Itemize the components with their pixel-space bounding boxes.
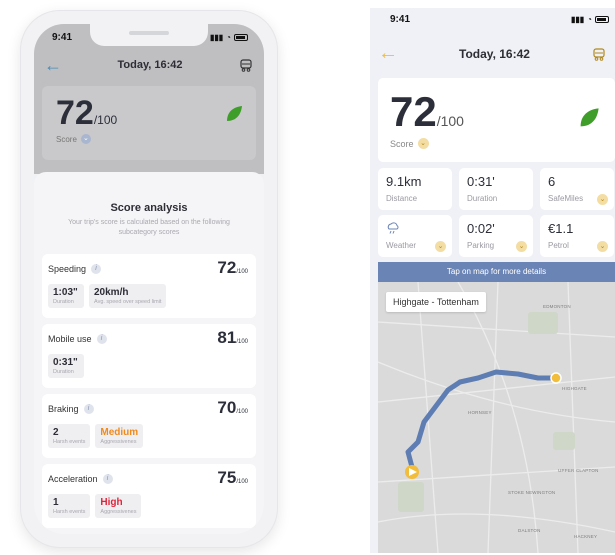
cloud-rain-icon: [387, 222, 399, 234]
top-nav: ← Today, 16:42: [44, 52, 254, 78]
sheet-subtitle: Your trip's score is calculated based on…: [68, 219, 230, 236]
info-icon[interactable]: i: [91, 264, 102, 274]
leaf-icon: [227, 106, 242, 121]
category-score: 70/100: [217, 398, 248, 417]
category-stats: 2 Harsh events Medium Aggressivenes: [48, 424, 144, 448]
top-nav: ← Today, 16:42: [378, 42, 607, 65]
category-score: 72/100: [217, 258, 248, 277]
chevron-down-icon[interactable]: ⌄: [597, 194, 608, 205]
safemiles-tile[interactable]: 6 SafeMiles ⌄: [540, 168, 614, 210]
phone-mockup: 9:41 ▮▮▮ ◔ ← Today, 16:42 72/100 Score ⌄ …: [20, 10, 278, 548]
category-name: Acceleration i: [48, 474, 113, 484]
leaf-icon: [580, 108, 599, 127]
score-label: Score ⌄: [390, 138, 429, 149]
info-icon[interactable]: i: [102, 474, 113, 484]
map-banner[interactable]: Tap on map for more details: [378, 262, 615, 282]
sheet-title: Score analysis: [110, 202, 188, 214]
status-time: 9:41: [52, 32, 73, 43]
dimmed-background: 9:41 ▮▮▮ ◔ ← Today, 16:42 72/100 Score ⌄: [34, 24, 264, 174]
category-name: Braking i: [48, 404, 94, 414]
info-icon[interactable]: i: [96, 334, 107, 344]
map-place-label: EDMONTON: [543, 304, 571, 309]
chevron-down-icon[interactable]: ⌄: [597, 241, 608, 252]
stat-chip: Medium Aggressivenes: [95, 424, 144, 448]
route-label: Highgate - Tottenham: [386, 292, 486, 312]
trip-title: Today, 16:42: [117, 59, 183, 71]
category-score: 81/100: [217, 328, 248, 347]
score-label: Score ⌄: [56, 134, 91, 144]
category-name: Speeding i: [48, 264, 102, 274]
duration-tile: 0:31' Duration: [459, 168, 533, 210]
score-analysis-sheet: Score analysis Your trip's score is calc…: [34, 172, 264, 534]
category-stats: 1:03" Duration 20km/h Avg. speed over spee…: [48, 284, 167, 308]
chevron-down-icon[interactable]: ⌄: [80, 134, 91, 144]
map-place-label: STOKE NEWINGTON: [508, 490, 556, 495]
map-place-label: DALSTON: [518, 528, 541, 533]
category-card-braking[interactable]: Braking i 70/100 2 Harsh events Medium Aggr…: [42, 394, 256, 458]
signal-icon: ▮▮▮: [570, 15, 585, 24]
parking-tile[interactable]: 0:02' Parking ⌄: [459, 215, 533, 257]
score-card[interactable]: 72/100 Score ⌄: [378, 78, 615, 162]
back-arrow-icon[interactable]: ←: [378, 42, 398, 65]
score-value: 72/100: [390, 88, 464, 135]
category-card-speeding[interactable]: Speeding i 72/100 1:03" Duration 20km/h Avg…: [42, 254, 256, 318]
score-analysis-screen: 9:41 ▮▮▮ ◔ ← Today, 16:42 72/100 Score ⌄ …: [34, 24, 264, 534]
category-card-acceleration[interactable]: Acceleration i 75/100 1 Harsh events High A…: [42, 464, 256, 528]
battery-icon: [595, 16, 609, 23]
petrol-tile[interactable]: €1.1 Petrol ⌄: [540, 215, 614, 257]
category-stats: 0:31" Duration: [48, 354, 84, 378]
notch: [90, 24, 208, 46]
stat-chip: 2 Harsh events: [48, 424, 91, 448]
score-card[interactable]: 72/100 Score ⌄: [42, 86, 256, 160]
stat-chip: High Aggressivenes: [95, 494, 142, 518]
info-icon[interactable]: i: [83, 404, 94, 414]
stat-chip: 1:03" Duration: [48, 284, 84, 308]
chevron-down-icon[interactable]: ⌄: [516, 241, 527, 252]
map-place-label: UPPER CLAPTON: [558, 468, 599, 473]
map-place-label: HORNSEY: [468, 410, 492, 415]
signal-icon: ▮▮▮: [209, 33, 224, 42]
status-icons: ▮▮▮ ◔: [210, 33, 248, 42]
distance-tile: 9.1km Distance: [378, 168, 452, 210]
map-graphic: [378, 282, 615, 553]
stat-chip: 1 Harsh events: [48, 494, 91, 518]
weather-tile[interactable]: Weather ⌄: [378, 215, 452, 257]
status-bar: 9:41 ▮▮▮ ◔: [390, 14, 609, 25]
car-icon[interactable]: [591, 46, 607, 62]
map-place-label: HIGHGATE: [562, 386, 587, 391]
battery-icon: [234, 34, 248, 41]
category-card-mobile-use[interactable]: Mobile use i 81/100 0:31" Duration: [42, 324, 256, 388]
category-stats: 1 Harsh events High Aggressivenes: [48, 494, 142, 518]
status-icons: ▮▮▮ ◔: [571, 14, 609, 25]
car-icon[interactable]: [238, 57, 254, 73]
wifi-icon: ◔: [226, 33, 231, 42]
wifi-icon: ◔: [587, 15, 592, 24]
stat-chip: 20km/h Avg. speed over speed limit: [89, 284, 167, 308]
chevron-down-icon[interactable]: ⌄: [435, 241, 446, 252]
trip-title: Today, 16:42: [459, 46, 530, 61]
status-time: 9:41: [390, 14, 411, 25]
trip-detail-screen: 9:41 ▮▮▮ ◔ ← Today, 16:42 72/100 Score ⌄ …: [370, 8, 615, 553]
category-name: Mobile use i: [48, 334, 107, 344]
stat-chip: 0:31" Duration: [48, 354, 84, 378]
back-arrow-icon[interactable]: ←: [44, 55, 62, 76]
score-value: 72/100: [56, 94, 118, 132]
map-place-label: HACKNEY: [574, 534, 598, 539]
category-score: 75/100: [217, 468, 248, 487]
chevron-down-icon[interactable]: ⌄: [417, 138, 429, 149]
route-map[interactable]: Highgate - Tottenham EDMONTON HORNSEY ST…: [378, 282, 615, 553]
